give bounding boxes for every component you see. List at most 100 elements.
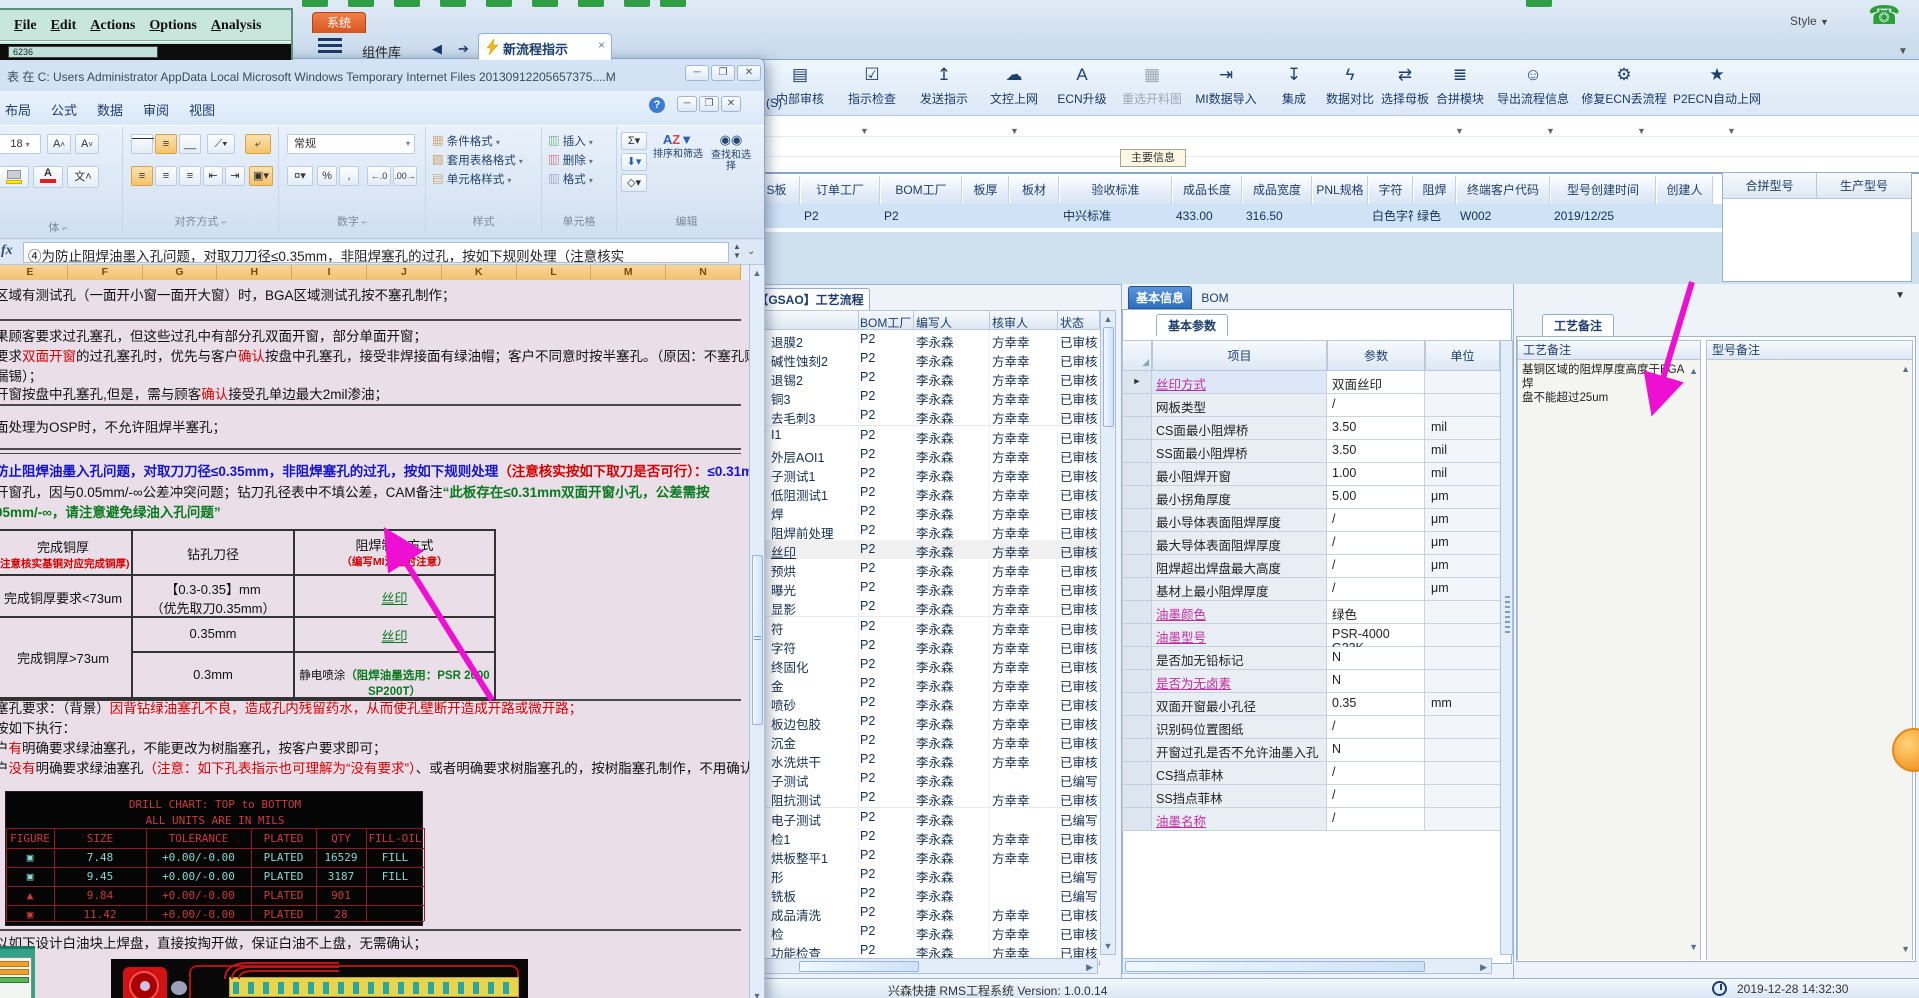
component-library-label[interactable]: 组件库 bbox=[362, 42, 401, 61]
process-row-铜3[interactable]: 铜3 P2 李永森 方幸幸 已审核 bbox=[753, 387, 1100, 408]
main-val-型号创建时间[interactable]: 2019/12/25 bbox=[1550, 204, 1656, 228]
decrease-indent-button[interactable]: ⇤ bbox=[203, 166, 223, 186]
fill-color-button[interactable] bbox=[0, 166, 29, 188]
param-value[interactable]: / bbox=[1327, 762, 1425, 785]
process-row-阻焊前处理[interactable]: 阻焊前处理 P2 李永森 方幸幸 已审核 bbox=[753, 521, 1100, 541]
increase-indent-button[interactable]: ⇥ bbox=[225, 166, 245, 186]
process-row-检1[interactable]: 检1 P2 李永森 方幸幸 已审核 bbox=[753, 826, 1100, 847]
param-row-最大导体表面阻焊厚度[interactable]: 最大导体表面阻焊厚度 / μm bbox=[1122, 532, 1500, 555]
increase-decimal-button[interactable]: ←.0 bbox=[367, 166, 391, 186]
grow-font-button[interactable]: A˄ bbox=[47, 134, 71, 154]
param-row-识别码位置图纸[interactable]: 识别码位置图纸 / bbox=[1122, 716, 1500, 739]
ribbon-tab-数据[interactable]: 数据 bbox=[87, 97, 133, 122]
process-vscrollbar[interactable]: ▲ ▼ bbox=[1100, 310, 1116, 955]
filter-caret-icon-0[interactable]: ▼ bbox=[860, 126, 869, 136]
tab-new-process-instruction[interactable]: 新流程指示 × bbox=[478, 33, 612, 60]
column-header-N[interactable]: N bbox=[666, 265, 741, 280]
main-val-订单工厂[interactable]: P2 bbox=[800, 204, 880, 228]
excel-minimize-button[interactable]: ─ bbox=[685, 65, 709, 81]
process-row-焊[interactable]: 焊 P2 李永森 方幸幸 已审核 bbox=[753, 501, 1100, 522]
formula-spinner-icon[interactable]: ▲ ▼ bbox=[733, 242, 741, 260]
workbook-restore-button[interactable]: ❐ bbox=[699, 96, 719, 112]
process-row-水洗烘干[interactable]: 水洗烘干 P2 李永森 方幸幸 已审核 bbox=[753, 750, 1100, 771]
filter-caret-icon-4[interactable]: ▼ bbox=[1637, 126, 1646, 136]
param-row-开窗过孔是否不允许油墨入孔[interactable]: 开窗过孔是否不允许油墨入孔 N bbox=[1122, 739, 1500, 762]
fill-button[interactable]: ⬇▾ bbox=[621, 153, 647, 171]
workbook-close-button[interactable]: ✕ bbox=[721, 96, 741, 112]
param-value[interactable]: 5.00 bbox=[1327, 486, 1425, 509]
process-row-终固化[interactable]: 终固化 P2 李永森 方幸幸 已审核 bbox=[753, 654, 1100, 675]
param-row-是否为无卤素[interactable]: 是否为无卤素 N bbox=[1122, 670, 1500, 693]
align-right-button[interactable]: ≡ bbox=[179, 166, 201, 186]
process-row-检[interactable]: 检 P2 李永森 方幸幸 已审核 bbox=[753, 922, 1100, 943]
align-top-button[interactable]: ⎺⎺ bbox=[131, 134, 154, 154]
param-value[interactable]: 0.35 bbox=[1327, 693, 1425, 716]
param-value[interactable]: 双面丝印 bbox=[1327, 371, 1425, 394]
process-hscrollbar[interactable]: ◀ ▶ bbox=[753, 958, 1098, 974]
tab-bom[interactable]: BOM bbox=[1194, 288, 1236, 309]
main-val-BOM工厂[interactable]: P2 bbox=[880, 204, 962, 228]
filter-caret-icon-5[interactable]: ▼ bbox=[1727, 126, 1736, 136]
param-value[interactable]: / bbox=[1327, 716, 1425, 739]
param-value[interactable]: N bbox=[1327, 647, 1425, 670]
param-row-最小拐角厚度[interactable]: 最小拐角厚度 5.00 μm bbox=[1122, 486, 1500, 509]
formula-input[interactable]: ④为防止阻焊油墨入孔问题，对取刀刀径≤0.35mm，非阻焊塞孔的过孔，按如下规则… bbox=[23, 242, 729, 263]
column-header-I[interactable]: I bbox=[292, 265, 367, 280]
tab-close-icon[interactable]: × bbox=[598, 38, 605, 52]
ribbon-button-套用表格格式[interactable]: ▨ 套用表格格式 ▾ bbox=[432, 152, 542, 168]
params-vscrollbar[interactable] bbox=[1500, 340, 1513, 955]
column-header-J[interactable]: J bbox=[367, 265, 442, 280]
process-row-金[interactable]: 金 P2 李永森 方幸幸 已审核 bbox=[753, 673, 1100, 694]
param-value[interactable]: / bbox=[1327, 394, 1425, 417]
remarks-scroll-up-icon[interactable]: ▲ bbox=[1689, 364, 1698, 378]
hamburger-icon[interactable] bbox=[318, 38, 342, 54]
param-row-阻焊超出焊盘最大高度[interactable]: 阻焊超出焊盘最大高度 / μm bbox=[1122, 555, 1500, 578]
process-row-退膜2[interactable]: 退膜2 P2 李永森 方幸幸 已审核 bbox=[753, 330, 1100, 350]
cam-menu-Actions[interactable]: Actions bbox=[90, 18, 135, 33]
process-row-成品清洗[interactable]: 成品清洗 P2 李永森 方幸幸 已审核 bbox=[753, 903, 1100, 923]
process-row-电子测试[interactable]: 电子测试 P2 李永森 已编写 bbox=[753, 807, 1100, 828]
sort-filter-button[interactable]: AZ▼ 排序和筛选 bbox=[653, 132, 703, 160]
param-value[interactable]: 绿色 bbox=[1327, 601, 1425, 624]
font-size-combo[interactable]: 18 ▾ bbox=[0, 134, 41, 154]
param-row-网板类型[interactable]: 网板类型 / bbox=[1122, 394, 1500, 417]
main-val-阻焊[interactable]: 绿色 bbox=[1413, 204, 1456, 228]
process-row-曝光[interactable]: 曝光 P2 李永森 方幸幸 已审核 bbox=[753, 578, 1100, 599]
param-value[interactable]: / bbox=[1327, 555, 1425, 578]
cam-menu-File[interactable]: File bbox=[14, 18, 37, 33]
align-center-button[interactable]: ≡ bbox=[155, 166, 177, 186]
ribbon-button-删除[interactable]: ▥ 删除 ▾ bbox=[548, 152, 617, 168]
remarks-caret-icon[interactable]: ▼ bbox=[1895, 290, 1905, 301]
ribbon-button-单元格样式[interactable]: ▤ 单元格样式 ▾ bbox=[432, 171, 542, 187]
wrap-text-button[interactable]: ⤶ bbox=[245, 134, 271, 154]
excel-title-bar[interactable]: 表 在 C: Users Administrator AppData Local… bbox=[0, 59, 764, 91]
main-val-终端客户代码[interactable]: W002 bbox=[1456, 204, 1550, 228]
param-row-基材上最小阻焊厚度[interactable]: 基材上最小阻焊厚度 / μm bbox=[1122, 578, 1500, 601]
param-value[interactable]: / bbox=[1327, 785, 1425, 808]
param-row-SS面最小阻焊桥[interactable]: SS面最小阻焊桥 3.50 mil bbox=[1122, 440, 1500, 463]
cam-menu-Options[interactable]: Options bbox=[149, 18, 196, 33]
process-row-阻抗测试[interactable]: 阻抗测试 P2 李永森 方幸幸 已审核 bbox=[753, 788, 1100, 809]
style-dropdown[interactable]: Style ▼ bbox=[1790, 14, 1829, 28]
clear-button[interactable]: ◇▾ bbox=[621, 174, 647, 192]
decrease-decimal-button[interactable]: .00→ bbox=[393, 166, 417, 186]
model-remarks-scroll-up-icon[interactable]: ▲ bbox=[1901, 364, 1910, 374]
autosum-button[interactable]: Σ▾ bbox=[621, 132, 647, 150]
ribbon-tab-布局[interactable]: 布局 bbox=[0, 97, 41, 122]
process-row-喷砂[interactable]: 喷砂 P2 李永森 方幸幸 已审核 bbox=[753, 692, 1100, 713]
ribbon-tab-审阅[interactable]: 审阅 bbox=[133, 97, 179, 122]
param-row-油墨名称[interactable]: 油墨名称 / bbox=[1122, 808, 1500, 831]
process-row-去毛刺3[interactable]: 去毛刺3 P2 李永森 方幸幸 已审核 bbox=[753, 406, 1100, 427]
cam-menu-Edit[interactable]: Edit bbox=[51, 18, 77, 33]
phonetic-button[interactable]: 文˄ bbox=[67, 166, 99, 188]
column-header-K[interactable]: K bbox=[441, 265, 517, 280]
toolbar-item-导出流程信息[interactable]: ☺ 导出流程信息 bbox=[1487, 64, 1579, 107]
align-middle-button[interactable]: ≡ bbox=[155, 134, 177, 154]
column-header-G[interactable]: G bbox=[142, 265, 218, 280]
merge-center-button[interactable]: ▣▾ bbox=[249, 166, 273, 186]
main-val-PNL规格[interactable] bbox=[1312, 204, 1368, 228]
column-header-F[interactable]: F bbox=[67, 265, 143, 280]
param-row-最小阻焊开窗[interactable]: 最小阻焊开窗 1.00 mil bbox=[1122, 463, 1500, 486]
ribbon-button-格式[interactable]: ▥ 格式 ▾ bbox=[548, 171, 617, 187]
tab-process-remarks[interactable]: 工艺备注 bbox=[1542, 314, 1614, 336]
